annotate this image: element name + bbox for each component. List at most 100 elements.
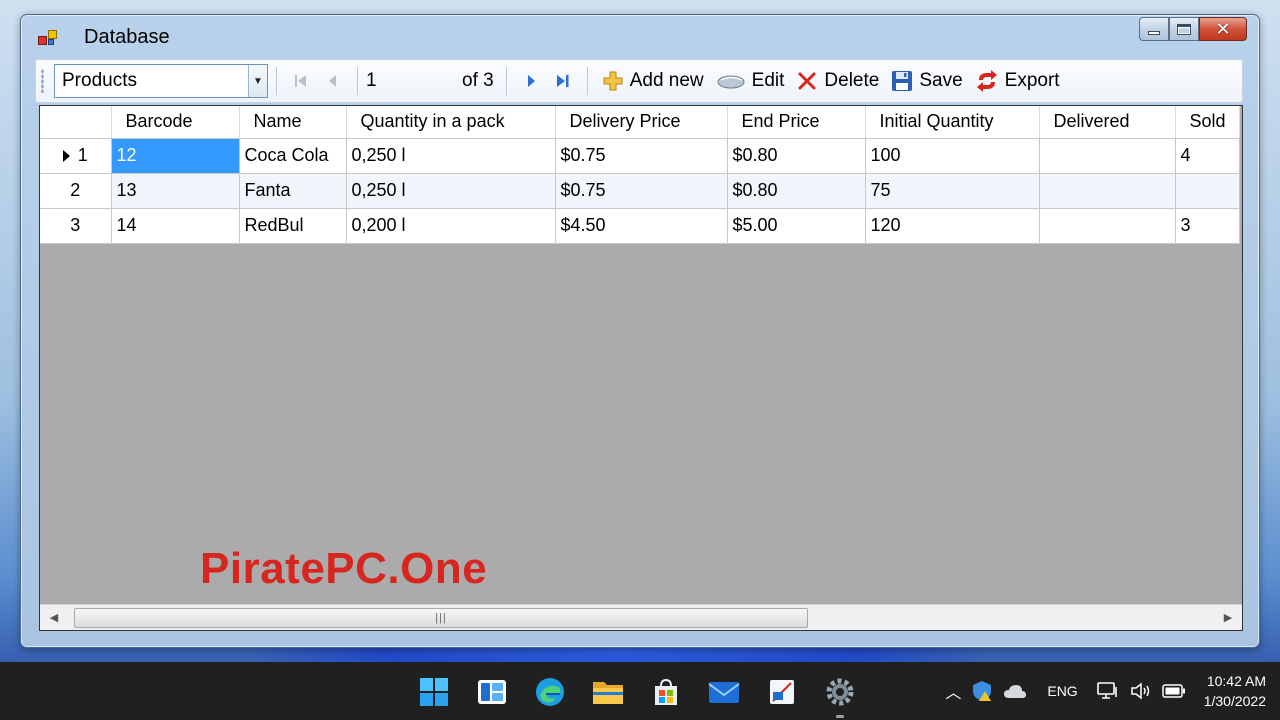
close-button[interactable]: ✕ xyxy=(1199,17,1247,41)
maximize-button[interactable] xyxy=(1169,17,1199,41)
add-new-button[interactable]: Add new xyxy=(596,64,710,98)
table-cell[interactable]: 75 xyxy=(865,173,1040,209)
export-label: Export xyxy=(1004,70,1060,91)
store-icon xyxy=(655,678,677,705)
grip-icon: ||| xyxy=(435,611,447,624)
row-header[interactable]: 3 xyxy=(40,208,112,244)
table-cell[interactable]: $0.75 xyxy=(555,173,728,209)
table-cell[interactable]: 3 xyxy=(1175,208,1240,244)
column-header[interactable]: Quantity in a pack xyxy=(346,106,556,139)
table-cell[interactable]: RedBul xyxy=(239,208,347,244)
first-record-icon xyxy=(295,75,306,87)
previous-record-icon xyxy=(329,75,336,87)
gear-icon xyxy=(826,678,854,706)
current-row-icon xyxy=(62,149,70,162)
edge-browser-button[interactable] xyxy=(530,674,570,710)
network-button[interactable] xyxy=(1096,676,1120,706)
minimize-icon xyxy=(1148,31,1160,35)
scroll-right-button[interactable]: ▶ xyxy=(1214,605,1242,631)
column-header[interactable]: Delivered xyxy=(1039,106,1176,139)
window-controls: ✕ xyxy=(1139,17,1247,41)
onedrive-button[interactable] xyxy=(1003,676,1027,706)
battery-button[interactable] xyxy=(1161,676,1186,706)
move-last-button[interactable] xyxy=(547,65,579,97)
shield-warning-icon xyxy=(973,681,992,701)
column-header[interactable]: Sold xyxy=(1175,106,1240,139)
plus-icon xyxy=(603,71,623,91)
show-hidden-icons-button[interactable]: ︿ xyxy=(945,676,961,706)
row-number: 2 xyxy=(70,180,81,200)
column-header[interactable]: Barcode xyxy=(111,106,240,139)
table-cell[interactable]: $5.00 xyxy=(727,208,866,244)
toolbar-grip[interactable] xyxy=(41,69,44,93)
export-button[interactable]: Export xyxy=(969,64,1066,98)
clock[interactable]: 10:42 AM 1/30/2022 xyxy=(1204,671,1266,711)
table-row[interactable]: 3 14 RedBul 0,200 l $4.50 $5.00 120 3 xyxy=(40,208,1240,244)
record-count-label: of 3 xyxy=(462,70,494,91)
file-explorer-button[interactable] xyxy=(588,674,628,710)
chevron-down-icon[interactable]: ▼ xyxy=(248,65,267,97)
input-language-button[interactable]: ENG xyxy=(1047,676,1077,706)
store-button[interactable] xyxy=(646,674,686,710)
table-cell[interactable]: 12 xyxy=(111,138,240,174)
table-cell[interactable]: Fanta xyxy=(239,173,347,209)
table-cell[interactable]: 120 xyxy=(865,208,1040,244)
position-input[interactable] xyxy=(366,66,462,96)
scroll-left-button[interactable]: ◀ xyxy=(40,605,68,631)
minimize-button[interactable] xyxy=(1139,17,1169,41)
table-select-value: Products xyxy=(62,70,137,91)
table-cell[interactable]: $0.80 xyxy=(727,173,866,209)
row-header[interactable]: 2 xyxy=(40,173,112,209)
table-cell[interactable]: 0,200 l xyxy=(346,208,556,244)
move-previous-button[interactable] xyxy=(317,65,349,97)
edit-icon xyxy=(717,75,745,89)
maximize-icon xyxy=(1177,23,1191,35)
table-cell[interactable]: $0.80 xyxy=(727,138,866,174)
taskbar: ︿ ENG 10:42 AM 1/30/2022 xyxy=(0,662,1280,720)
mail-button[interactable] xyxy=(704,674,744,710)
row-header[interactable]: 1 xyxy=(40,138,112,174)
column-header[interactable]: Name xyxy=(239,106,347,139)
security-button[interactable] xyxy=(971,676,993,706)
products-table: Barcode Name Quantity in a pack Delivery… xyxy=(40,106,1240,244)
table-row[interactable]: 2 13 Fanta 0,250 l $0.75 $0.80 75 xyxy=(40,173,1240,209)
scroll-track[interactable]: ||| xyxy=(68,605,1214,631)
move-next-button[interactable] xyxy=(515,65,547,97)
table-cell[interactable] xyxy=(1175,173,1240,209)
table-cell[interactable]: Coca Cola xyxy=(239,138,347,174)
column-header[interactable]: Initial Quantity xyxy=(865,106,1040,139)
table-select[interactable]: Products ▼ xyxy=(54,64,268,98)
table-cell[interactable]: 100 xyxy=(865,138,1040,174)
table-cell[interactable]: 0,250 l xyxy=(346,138,556,174)
volume-button[interactable] xyxy=(1130,676,1152,706)
horizontal-scrollbar[interactable]: ◀ ||| ▶ xyxy=(40,604,1242,630)
column-header[interactable]: Delivery Price xyxy=(555,106,728,139)
top-left-header-cell[interactable] xyxy=(40,106,112,139)
edit-button[interactable]: Edit xyxy=(710,64,791,98)
scroll-thumb[interactable]: ||| xyxy=(74,607,808,628)
settings-button[interactable] xyxy=(820,674,860,718)
snipping-tool-button[interactable] xyxy=(762,674,802,710)
table-cell[interactable]: 4 xyxy=(1175,138,1240,174)
widgets-button[interactable] xyxy=(472,674,512,710)
column-header[interactable]: End Price xyxy=(727,106,866,139)
delete-button[interactable]: Delete xyxy=(790,64,885,98)
window-title: Database xyxy=(84,26,170,48)
table-row[interactable]: 1 12 Coca Cola 0,250 l $0.75 $0.80 100 4 xyxy=(40,138,1240,174)
widgets-icon xyxy=(478,680,506,704)
table-cell[interactable]: $0.75 xyxy=(555,138,728,174)
title-bar[interactable]: Database ✕ xyxy=(21,15,1259,57)
start-button[interactable] xyxy=(414,674,454,710)
edit-label: Edit xyxy=(751,70,785,91)
table-cell[interactable] xyxy=(1039,208,1176,244)
table-cell[interactable]: 13 xyxy=(111,173,240,209)
export-icon xyxy=(976,70,997,92)
table-cell[interactable] xyxy=(1039,173,1176,209)
table-cell[interactable] xyxy=(1039,138,1176,174)
save-button[interactable]: Save xyxy=(885,64,968,98)
table-cell[interactable]: $4.50 xyxy=(555,208,728,244)
move-first-button[interactable] xyxy=(285,65,317,97)
table-cell[interactable]: 0,250 l xyxy=(346,173,556,209)
table-cell[interactable]: 14 xyxy=(111,208,240,244)
snipping-tool-icon xyxy=(770,680,794,704)
